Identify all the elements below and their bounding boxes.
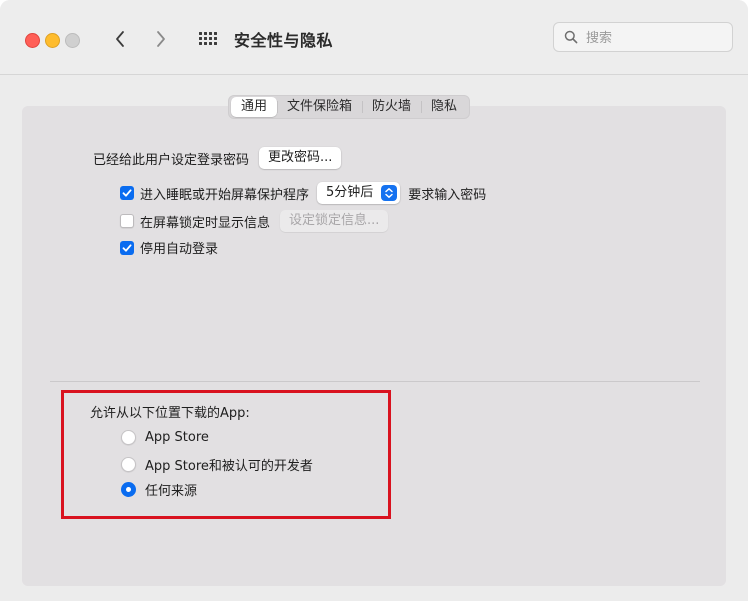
require-password-suffix: 要求输入密码 (408, 187, 487, 203)
show-message-label: 在屏幕锁定时显示信息 (140, 215, 271, 231)
disable-autologin-row: 停用自动登录 (120, 238, 218, 257)
set-lock-message-button[interactable]: 设定锁定信息... (280, 210, 389, 232)
change-password-button[interactable]: 更改密码... (259, 147, 342, 169)
window-title: 安全性与隐私 (234, 31, 334, 50)
tab-privacy[interactable]: 隐私 (421, 97, 467, 117)
minimize-window-button[interactable] (45, 33, 60, 48)
tab-bar: 通用 文件保险箱 防火墙 隐私 (228, 95, 471, 119)
forward-button[interactable] (150, 28, 170, 50)
disable-autologin-label: 停用自动登录 (140, 242, 219, 257)
zoom-window-button[interactable] (65, 33, 80, 48)
show-message-row: 在屏幕锁定时显示信息 设定锁定信息... (120, 210, 389, 232)
tab-general[interactable]: 通用 (231, 97, 278, 117)
tab-firewall[interactable]: 防火墙 (362, 97, 421, 117)
checkmark-icon (122, 243, 132, 252)
back-button[interactable] (111, 28, 131, 50)
require-password-row: 进入睡眠或开始屏幕保护程序 5分钟后 要求输入密码 (120, 182, 486, 204)
grid-icon (199, 32, 217, 45)
search-input[interactable] (584, 28, 728, 48)
close-window-button[interactable] (25, 33, 40, 48)
disable-autologin-checkbox[interactable] (120, 240, 134, 255)
show-all-button[interactable] (198, 30, 218, 48)
chevron-right-icon (157, 31, 165, 47)
section-divider (50, 381, 700, 382)
tab-filevault[interactable]: 文件保险箱 (277, 97, 362, 117)
require-password-checkbox[interactable] (120, 186, 134, 200)
select-arrows-icon (381, 185, 398, 201)
show-message-checkbox[interactable] (120, 214, 134, 228)
require-password-label: 进入睡眠或开始屏幕保护程序 (140, 187, 310, 203)
password-delay-select[interactable]: 5分钟后 (317, 182, 401, 204)
search-field[interactable] (553, 22, 733, 52)
chevron-left-icon (116, 31, 124, 47)
search-icon (564, 30, 578, 44)
highlight-annotation-box (61, 390, 391, 519)
password-row: 已经给此用户设定登录密码 更改密码... (93, 147, 342, 169)
password-set-label: 已经给此用户设定登录密码 (93, 152, 250, 168)
system-preferences-window: 安全性与隐私 通用 文件保险箱 防火墙 隐私 已经给此用户设定登录密码 更改密码… (0, 0, 748, 601)
password-delay-value: 5分钟后 (326, 185, 374, 200)
checkmark-icon (122, 189, 132, 197)
title-bar: 安全性与隐私 (0, 0, 748, 75)
